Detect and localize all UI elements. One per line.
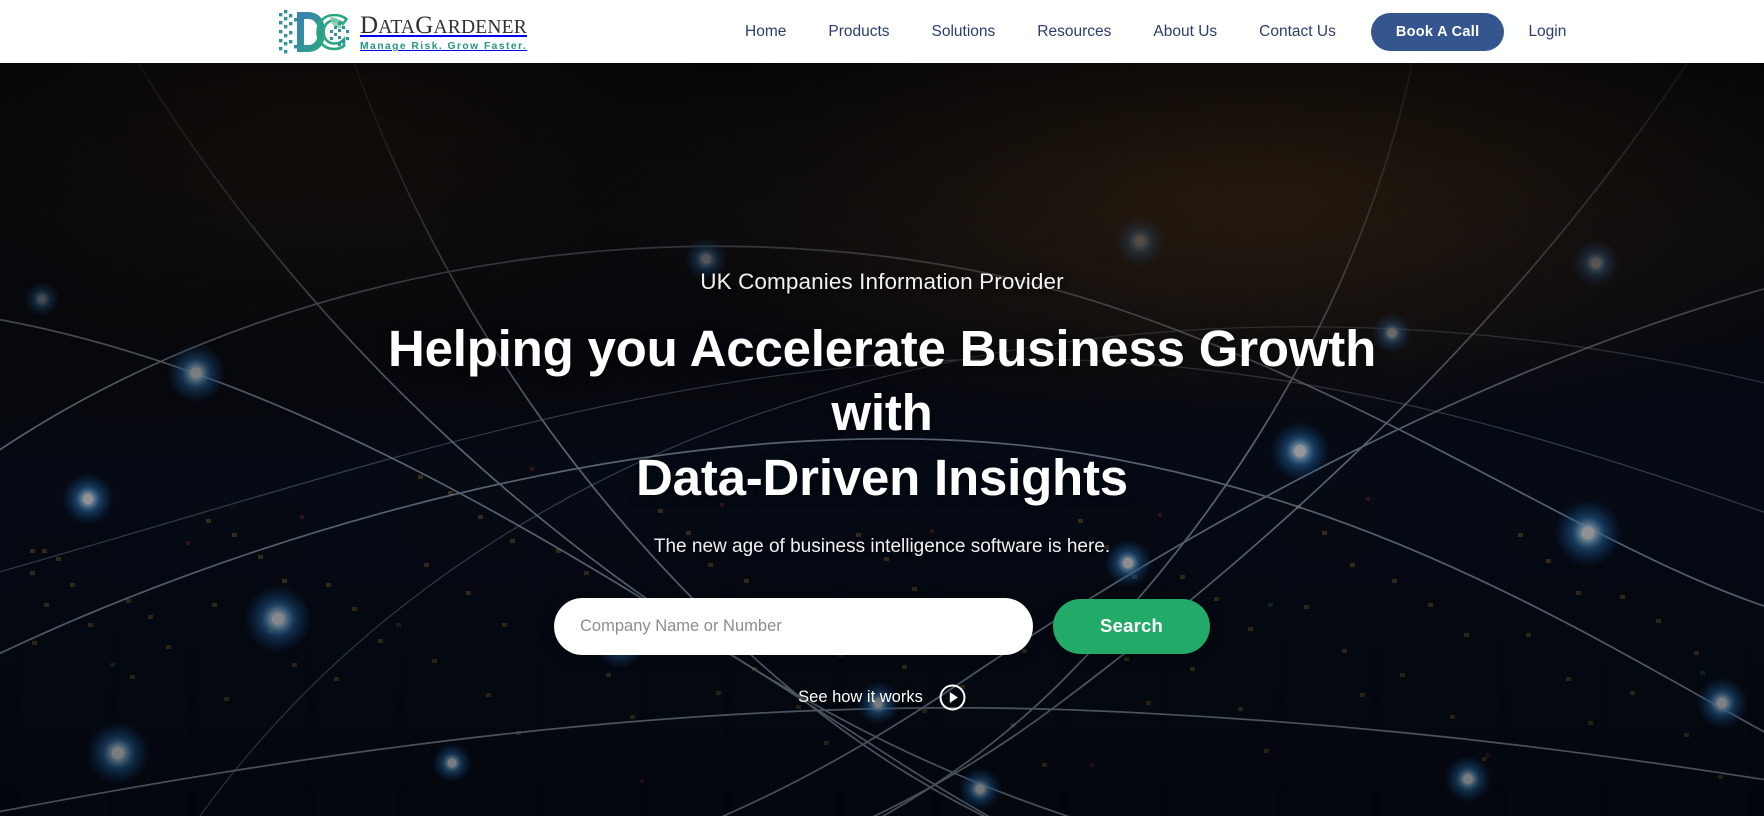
hero-headline: Helping you Accelerate Business Growth w… (332, 317, 1432, 510)
main-navigation: Home Products Solutions Resources About … (724, 0, 1566, 63)
nav-item-home[interactable]: Home (724, 0, 807, 63)
logo-wordmark: DATAGARDENER (360, 13, 527, 38)
see-how-it-works-label: See how it works (798, 687, 923, 706)
nav-item-solutions[interactable]: Solutions (911, 0, 1017, 63)
hero-headline-line-1: Helping you Accelerate Business Growth w… (387, 320, 1377, 442)
nav-item-contact-us[interactable]: Contact Us (1238, 0, 1357, 63)
logo-word-ardener: ARDENER (433, 17, 527, 38)
site-header: DATAGARDENER Manage Risk. Grow Faster. H… (0, 0, 1764, 63)
logo-text: DATAGARDENER Manage Risk. Grow Faster. (360, 13, 527, 55)
logo-tagline: Manage Risk. Grow Faster. (360, 41, 528, 52)
logo-word-g: G (415, 12, 434, 39)
nav-item-about-us[interactable]: About Us (1132, 0, 1238, 63)
hero-headline-line-2: Data-Driven Insights (636, 448, 1128, 506)
hero-subheadline: The new age of business intelligence sof… (653, 535, 1111, 557)
datagardener-dg-monogram-icon (279, 10, 350, 54)
nav-item-products[interactable]: Products (807, 0, 910, 63)
logo-word-ata: ATA (378, 17, 416, 38)
hero-content: UK Companies Information Provider Helpin… (0, 63, 1764, 816)
site-logo[interactable]: DATAGARDENER Manage Risk. Grow Faster. (278, 7, 527, 55)
search-button[interactable]: Search (1053, 598, 1210, 654)
company-search-form: Search (554, 597, 1210, 655)
play-circle-icon[interactable] (939, 684, 966, 711)
company-search-input[interactable] (554, 597, 1033, 655)
book-a-call-button[interactable]: Book A Call (1370, 12, 1505, 51)
login-link[interactable]: Login (1528, 23, 1566, 41)
see-how-it-works-link[interactable]: See how it works (798, 684, 966, 711)
nav-item-resources[interactable]: Resources (1016, 0, 1132, 63)
landing-page: DATAGARDENER Manage Risk. Grow Faster. H… (0, 0, 1764, 816)
hero-section: UK Companies Information Provider Helpin… (0, 63, 1764, 816)
logo-word-d: D (360, 12, 379, 39)
hero-eyebrow: UK Companies Information Provider (700, 269, 1064, 294)
